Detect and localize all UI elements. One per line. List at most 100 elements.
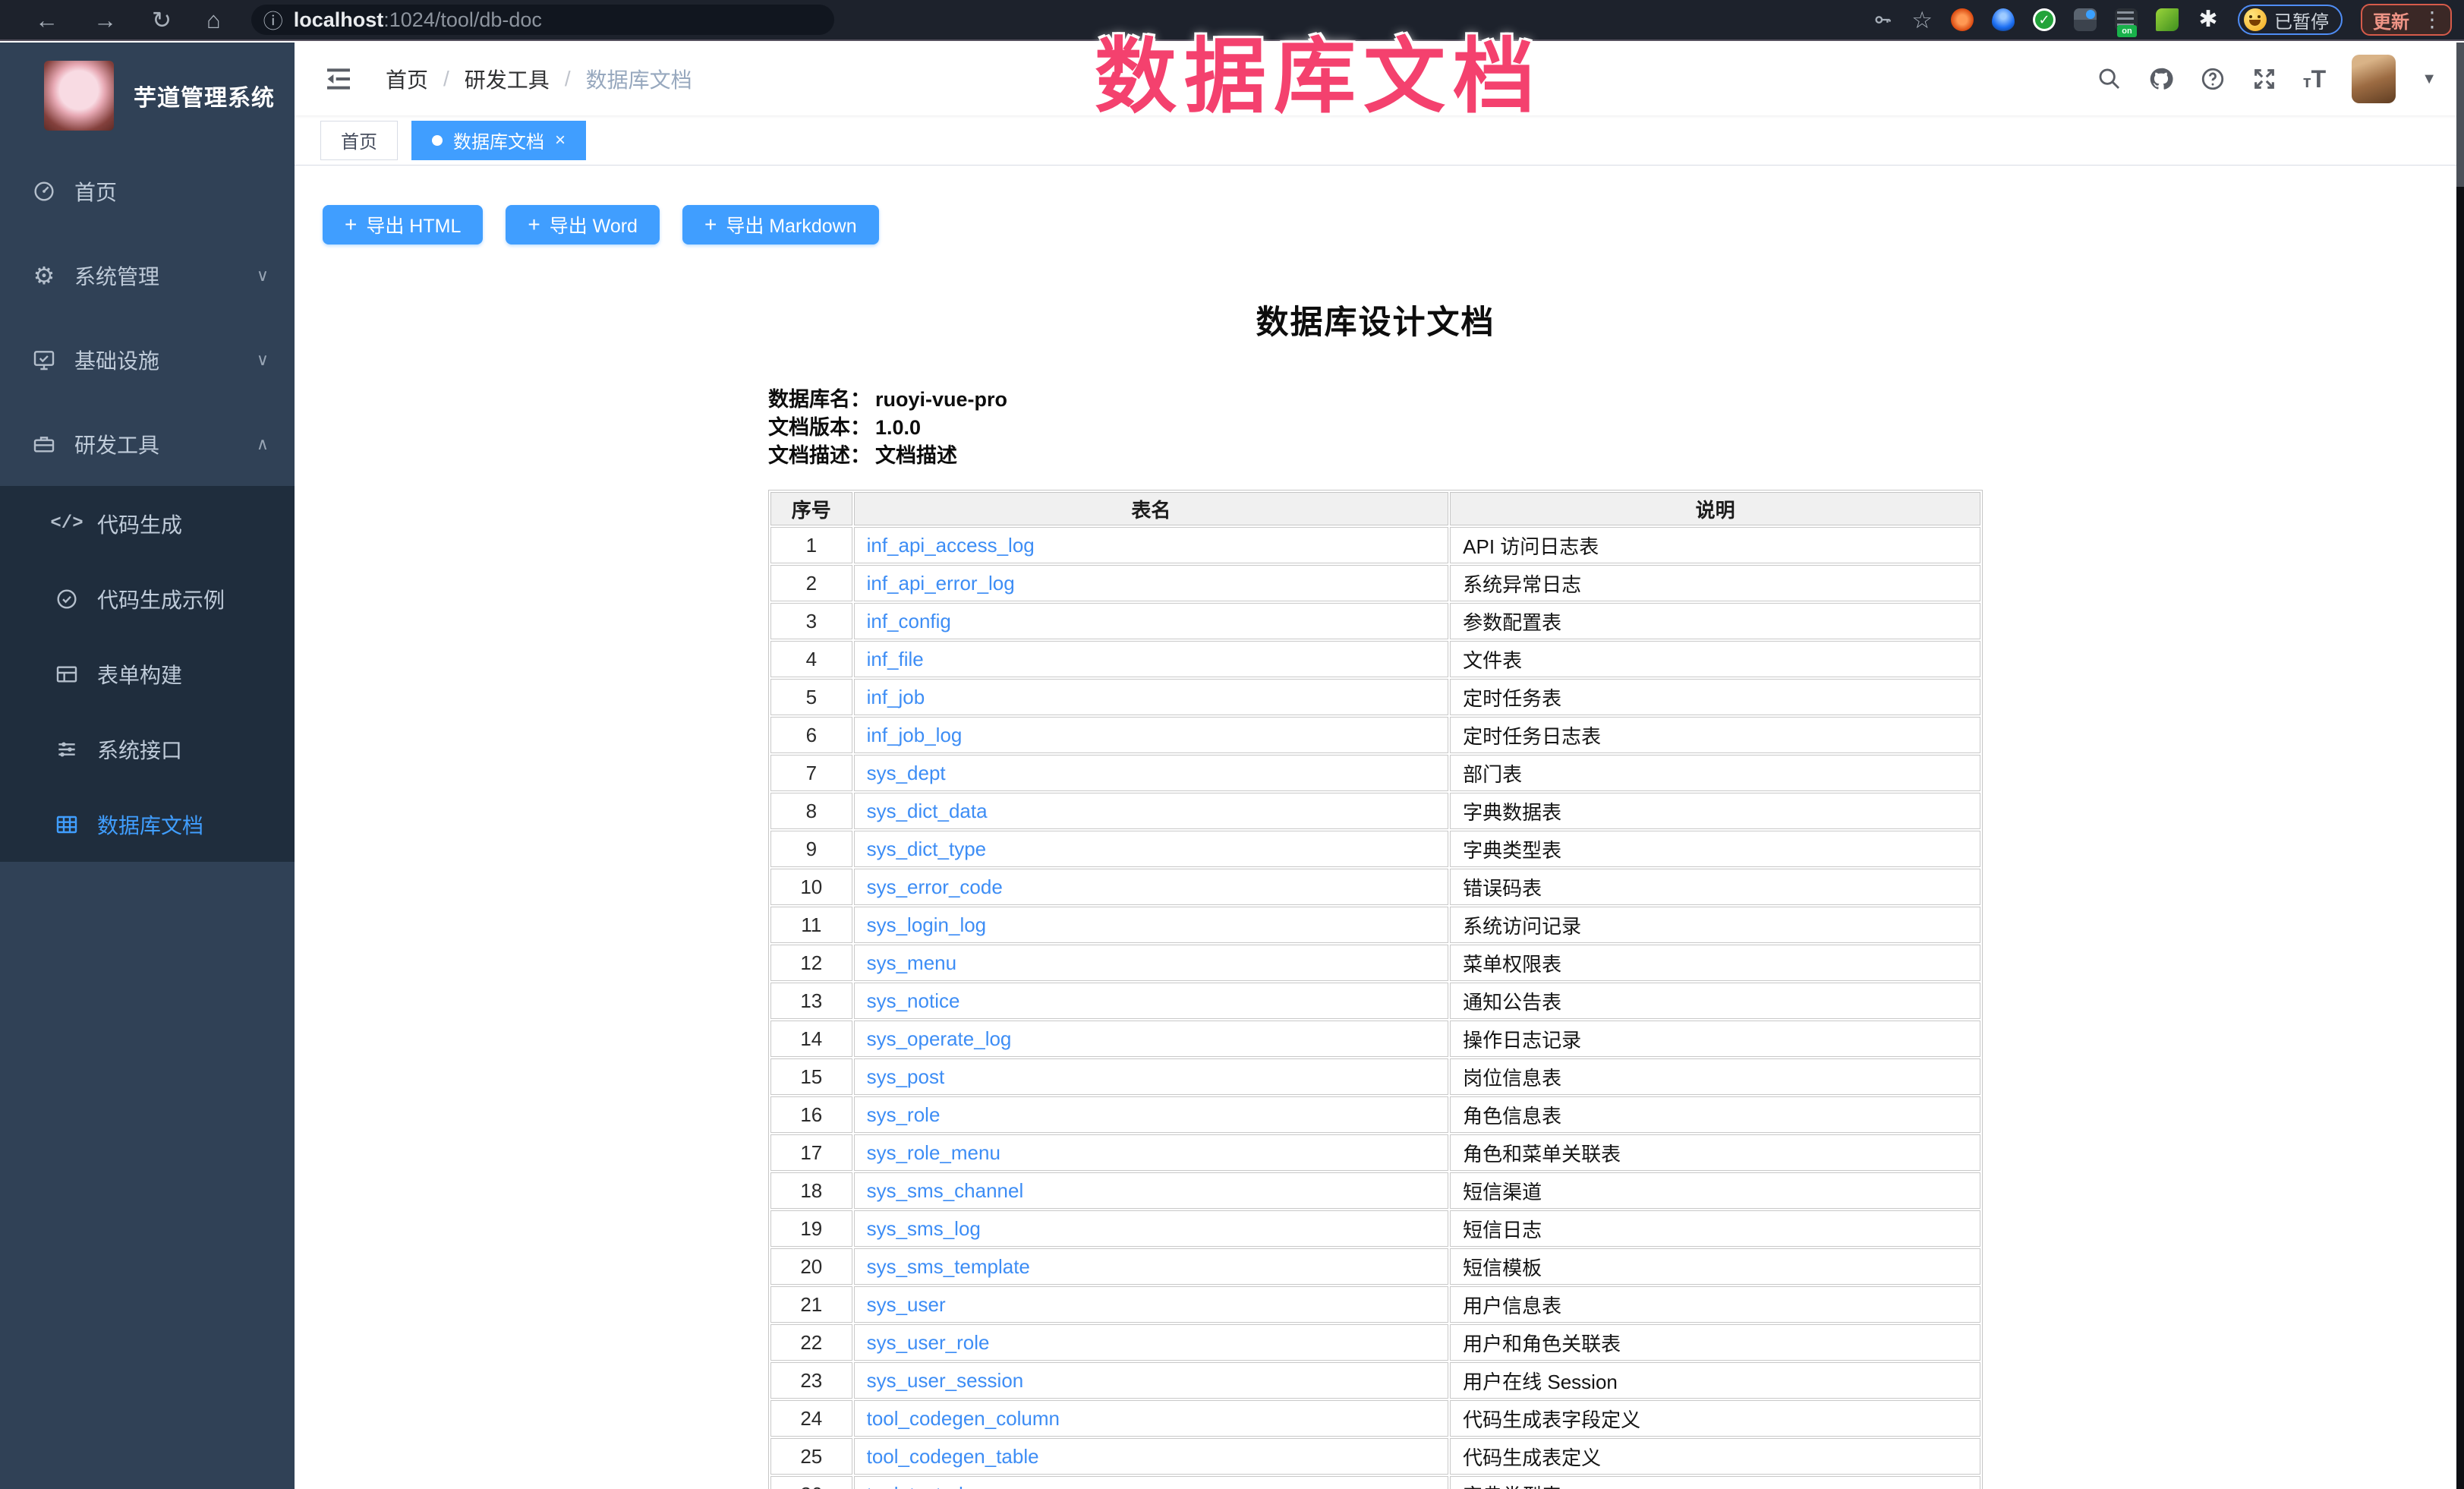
sidebar-subitem-代码生成[interactable]: </>代码生成 — [0, 486, 295, 561]
table-row: 8sys_dict_data字典数据表 — [770, 793, 1980, 829]
table-name-link[interactable]: sys_role — [867, 1103, 941, 1126]
chevron-down-icon: ∨ — [257, 266, 269, 285]
extension-icon[interactable] — [1951, 8, 1974, 31]
reload-icon[interactable]: ↻ — [152, 8, 172, 32]
back-icon[interactable]: ← — [35, 8, 58, 32]
browser-menu-icon[interactable]: ⋮ — [2421, 9, 2443, 30]
row-index-cell: 21 — [770, 1286, 852, 1323]
sidebar-collapse-icon[interactable] — [323, 64, 354, 94]
sidebar-item-系统管理[interactable]: ⚙系统管理∨ — [0, 233, 295, 317]
navbar-actions: тT ▼ — [2097, 55, 2437, 103]
export-button-label: 导出 Word — [550, 211, 638, 238]
sidebar-item-研发工具[interactable]: 研发工具∧ — [0, 402, 295, 486]
sidebar-item-基础设施[interactable]: 基础设施∨ — [0, 317, 295, 402]
table-name-link[interactable]: sys_sms_channel — [867, 1179, 1024, 1202]
font-size-icon[interactable]: тT — [2303, 65, 2326, 93]
extension-icon[interactable] — [2074, 8, 2097, 31]
table-name-link[interactable]: sys_post — [867, 1065, 945, 1088]
table-name-link[interactable]: sys_login_log — [867, 913, 987, 936]
github-icon[interactable] — [2148, 66, 2174, 92]
key-icon[interactable] — [1872, 9, 1893, 30]
breadcrumb-item[interactable]: 首页 — [386, 64, 428, 94]
scrollbar-thumb[interactable] — [2456, 43, 2464, 187]
export-button-label: 导出 HTML — [366, 211, 461, 238]
site-info-icon[interactable]: ⓘ — [263, 6, 283, 34]
sidebar-item-首页[interactable]: 首页 — [0, 149, 295, 233]
table-name-link[interactable]: sys_dept — [867, 762, 946, 784]
extension-icon[interactable] — [2033, 8, 2056, 31]
browser-update-button[interactable]: 更新 ⋮ — [2361, 4, 2452, 36]
export-button-label: 导出 Markdown — [726, 211, 856, 238]
table-name-link[interactable]: tool_codegen_column — [867, 1407, 1060, 1430]
export-button-导出 Word[interactable]: +导出 Word — [506, 205, 660, 244]
table-name-cell: sys_role_menu — [854, 1134, 1449, 1171]
table-name-link[interactable]: sys_role_menu — [867, 1141, 1000, 1164]
table-name-link[interactable]: sys_error_code — [867, 875, 1003, 898]
sidebar-subitem-代码生成示例[interactable]: 代码生成示例 — [0, 561, 295, 636]
table-row: 17sys_role_menu角色和菜单关联表 — [770, 1134, 1980, 1171]
caret-down-icon[interactable]: ▼ — [2421, 71, 2437, 88]
tab-首页[interactable]: 首页 — [320, 121, 398, 160]
forward-icon[interactable]: → — [93, 8, 117, 32]
table-name-link[interactable]: inf_file — [867, 648, 924, 670]
table-name-link[interactable]: sys_sms_log — [867, 1217, 981, 1240]
close-icon[interactable]: × — [555, 131, 566, 150]
export-button-导出 HTML[interactable]: +导出 HTML — [323, 205, 483, 244]
table-name-link[interactable]: sys_dict_type — [867, 838, 987, 860]
tab-active-dot — [432, 135, 443, 146]
table-row: 21sys_user用户信息表 — [770, 1286, 1980, 1323]
extension-icon[interactable] — [2156, 8, 2179, 31]
window-scrollbar[interactable] — [2456, 43, 2464, 1489]
table-description-cell: 短信日志 — [1450, 1210, 1980, 1247]
table-name-link[interactable]: sys_user_role — [867, 1331, 990, 1354]
table-name-cell: sys_sms_template — [854, 1248, 1449, 1285]
table-name-link[interactable]: sys_user_session — [867, 1369, 1024, 1392]
app-window: 芋道管理系统 首页⚙系统管理∨基础设施∨研发工具∧ </>代码生成代码生成示例表… — [0, 43, 2464, 1489]
form-icon — [55, 662, 79, 686]
table-name-link[interactable]: sys_notice — [867, 989, 960, 1012]
table-name-link[interactable]: tool_codegen_table — [867, 1445, 1039, 1468]
app-logo-row[interactable]: 芋道管理系统 — [0, 43, 295, 149]
fullscreen-icon[interactable] — [2251, 66, 2277, 92]
row-index-cell: 2 — [770, 565, 852, 601]
table-name-link[interactable]: sys_sms_template — [867, 1255, 1030, 1278]
profile-paused-badge[interactable]: 已暂停 — [2238, 5, 2343, 35]
document-meta: 数据库名：ruoyi-vue-pro文档版本：1.0.0文档描述：文档描述 — [768, 386, 1983, 470]
row-index-cell: 8 — [770, 793, 852, 829]
table-name-link[interactable]: inf_config — [867, 610, 951, 633]
export-button-导出 Markdown[interactable]: +导出 Markdown — [682, 205, 879, 244]
table-name-link[interactable]: inf_job — [867, 686, 925, 708]
home-icon[interactable]: ⌂ — [206, 8, 221, 32]
annotation-overlay-title: 数据库文档 — [1095, 11, 1542, 129]
table-name-cell: sys_dept — [854, 755, 1449, 791]
table-name-link[interactable]: tool_test_demo — [867, 1483, 1002, 1489]
search-icon[interactable] — [2097, 66, 2122, 92]
table-name-link[interactable]: inf_api_access_log — [867, 534, 1035, 557]
table-name-link[interactable]: sys_dict_data — [867, 800, 988, 822]
table-name-link[interactable]: sys_user — [867, 1293, 946, 1316]
table-name-link[interactable]: inf_job_log — [867, 724, 963, 746]
row-index-cell: 26 — [770, 1476, 852, 1489]
table-description-cell: 菜单权限表 — [1450, 945, 1980, 981]
table-name-link[interactable]: sys_operate_log — [867, 1027, 1012, 1050]
row-index-cell: 9 — [770, 831, 852, 867]
table-row: 13sys_notice通知公告表 — [770, 983, 1980, 1019]
table-name-cell: sys_sms_channel — [854, 1172, 1449, 1209]
sidebar-subitem-数据库文档[interactable]: 数据库文档 — [0, 787, 295, 862]
tab-数据库文档[interactable]: 数据库文档× — [411, 121, 586, 160]
extension-icon[interactable] — [1992, 8, 2015, 31]
help-icon[interactable] — [2200, 66, 2226, 92]
table-name-link[interactable]: inf_api_error_log — [867, 572, 1015, 595]
sidebar-subitem-系统接口[interactable]: 系统接口 — [0, 711, 295, 787]
table-name-link[interactable]: sys_menu — [867, 951, 957, 974]
bookmark-star-icon[interactable]: ☆ — [1911, 8, 1933, 32]
breadcrumb-item[interactable]: 研发工具 — [465, 64, 550, 94]
row-index-cell: 25 — [770, 1438, 852, 1475]
sidebar-subitem-表单构建[interactable]: 表单构建 — [0, 636, 295, 711]
puzzle-extensions-icon[interactable]: ✱ — [2197, 8, 2220, 31]
user-avatar[interactable] — [2352, 55, 2396, 103]
browser-toolbar-right: ☆ on ✱ 已暂停 更新 ⋮ — [1872, 4, 2464, 36]
table-row: 16sys_role角色信息表 — [770, 1096, 1980, 1133]
address-bar[interactable]: ⓘ localhost:1024/tool/db-doc — [251, 5, 834, 35]
extension-icon[interactable]: on — [2115, 8, 2138, 31]
